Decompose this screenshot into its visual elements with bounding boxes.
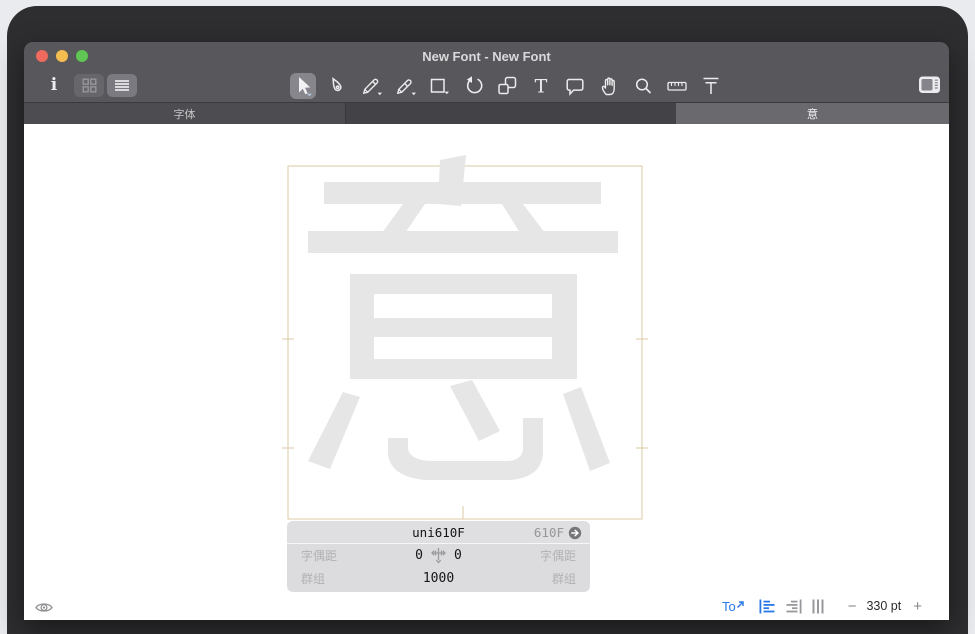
pencil-tool-icon (359, 74, 383, 98)
sidebearing-values: 0 0 (375, 547, 502, 564)
glyph-info-panel: uni610F 610F 字偶距 0 (287, 521, 590, 592)
align-left-icon (759, 599, 776, 614)
tab-glyph-label: 意 (807, 106, 819, 122)
list-view-icon (114, 79, 130, 92)
pen-tool-icon (325, 74, 349, 98)
measure-tool-icon (699, 74, 723, 98)
eraser-tool-icon (393, 74, 417, 98)
glyph-info-header: uni610F 610F (287, 521, 590, 544)
text-tool-icon: T (529, 74, 553, 98)
group-right-label: 群组 (502, 570, 590, 587)
sidebar-toggle-button[interactable] (918, 75, 942, 100)
rotate-tool[interactable] (460, 73, 486, 99)
pen-tool[interactable] (324, 73, 350, 99)
tab-font[interactable]: 字体 (24, 103, 346, 124)
text-tool[interactable]: T (528, 73, 554, 99)
tool-strip: T (290, 73, 724, 99)
window-title: New Font - New Font (24, 42, 949, 71)
hand-tool-icon (597, 74, 621, 98)
unicode-value: 610F (534, 525, 564, 540)
vertical-text-icon (811, 599, 825, 614)
zoom-tool-icon (631, 74, 655, 98)
list-view-button[interactable] (107, 74, 137, 97)
select-tool[interactable] (290, 73, 316, 99)
grid-view-button[interactable] (74, 74, 104, 97)
tab-glyph-edit[interactable]: 意 (676, 103, 949, 124)
title-bar: New Font - New Font (24, 42, 949, 70)
zoom-tool[interactable] (630, 73, 656, 99)
kerning-right-value[interactable]: 0 (454, 548, 462, 563)
metrics-arrows-icon[interactable] (430, 547, 447, 564)
zoom-level[interactable]: 330 pt (866, 599, 901, 613)
toolbar: i (24, 70, 949, 102)
app-window: New Font - New Font i (24, 42, 949, 620)
tab-bar: 字体 意 (24, 102, 949, 124)
info-icon: i (51, 75, 57, 95)
tab-font-label: 字体 (174, 106, 196, 122)
font-info-button[interactable]: i (44, 72, 64, 98)
zoom-in-button[interactable]: + (913, 598, 922, 615)
align-right-icon (785, 599, 802, 614)
sidebar-toggle-icon (918, 75, 942, 95)
text-tool-glyph: T (535, 76, 548, 98)
shapes-tool-icon (427, 74, 451, 98)
select-tool-icon (291, 74, 315, 98)
zoom-out-button[interactable]: − (848, 598, 857, 615)
kerning-left-value[interactable]: 0 (415, 548, 423, 563)
text-preview-label: To (722, 599, 736, 614)
align-left-button[interactable] (759, 599, 776, 614)
align-right-button[interactable] (785, 599, 802, 614)
glyph-edit-canvas[interactable]: uni610F 610F 字偶距 0 (24, 124, 949, 620)
text-preview-arrow-icon (736, 600, 745, 609)
glyph-width-value[interactable]: 1000 (423, 571, 454, 586)
annotation-tool-icon (563, 74, 587, 98)
annotation-tool[interactable] (562, 73, 588, 99)
eraser-tool[interactable] (392, 73, 418, 99)
scale-tool-icon (495, 74, 519, 98)
group-left-label: 群组 (287, 570, 375, 587)
kerning-right-label: 字偶距 (502, 547, 590, 564)
text-preview-button[interactable]: To (722, 599, 745, 614)
shapes-tool[interactable] (426, 73, 452, 99)
measure-tool[interactable] (698, 73, 724, 99)
group-row: 群组 1000 群组 (287, 567, 590, 590)
goto-unicode-icon[interactable] (568, 526, 582, 540)
ruler-tool-icon (665, 74, 689, 98)
rotate-tool-icon (461, 74, 485, 98)
glyph-unicode: 610F (534, 521, 582, 544)
kerning-left-label: 字偶距 (287, 547, 375, 564)
ruler-tool[interactable] (664, 73, 690, 99)
view-mode-segmented-control (74, 74, 137, 97)
kerning-row: 字偶距 0 0 (287, 544, 590, 567)
hand-tool[interactable] (596, 73, 622, 99)
grid-view-icon (82, 78, 97, 93)
status-controls: To (722, 596, 922, 616)
eye-icon (34, 600, 54, 615)
tab-bar-spacer[interactable] (346, 103, 676, 124)
vertical-text-button[interactable] (811, 599, 825, 614)
view-options-button[interactable] (34, 600, 54, 620)
pencil-tool[interactable] (358, 73, 384, 99)
scale-tool[interactable] (494, 73, 520, 99)
